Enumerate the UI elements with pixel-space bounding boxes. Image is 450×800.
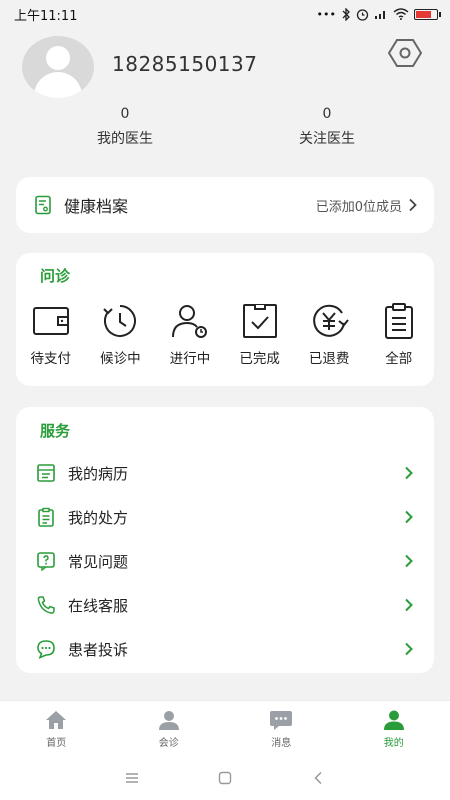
nav-label: 会诊 [158, 737, 179, 749]
stat-label: 关注医生 [299, 131, 355, 147]
health-record-members: 已添加0位成员 [315, 199, 402, 215]
question-icon [37, 552, 55, 571]
consult-label: 全部 [385, 351, 413, 367]
service-item-faq[interactable]: 常见问题 [16, 539, 434, 583]
profile-icon [383, 710, 404, 730]
medical-record-icon [37, 464, 55, 482]
nav-label: 我的 [383, 737, 404, 749]
user-phone: 18285150137 [112, 52, 258, 76]
service-label: 患者投诉 [68, 640, 129, 659]
bluetooth-icon [342, 7, 350, 21]
chevron-right-icon [409, 198, 417, 212]
refund-icon [313, 304, 349, 337]
stat-followed-doctors[interactable]: 0 关注医生 [257, 106, 397, 148]
phone-icon [37, 596, 55, 614]
profile-header: 18285150137 0 我的医生 0 关注医生 [0, 30, 450, 160]
services-card: 服务 我的病历 我的处方 常见问题 在线客服 患者投诉 [16, 407, 434, 673]
home-icon [46, 710, 67, 729]
consult-card: 问诊 待支付 候诊中 进行中 已完成 已退费 全部 [16, 253, 434, 386]
status-bar: 上午11:11 ••• [0, 0, 450, 28]
person-progress-icon [171, 305, 207, 338]
stat-value: 0 [120, 106, 130, 122]
stat-my-doctors[interactable]: 0 我的医生 [55, 106, 195, 148]
consult-item-pending-payment[interactable]: 待支付 [16, 301, 86, 367]
battery-icon [414, 8, 441, 20]
service-item-online-support[interactable]: 在线客服 [16, 583, 434, 627]
alarm-icon [356, 8, 369, 21]
consult-items: 待支付 候诊中 进行中 已完成 已退费 全部 [16, 301, 434, 367]
wallet-icon [32, 307, 69, 335]
chat-icon [37, 640, 55, 659]
health-record-card[interactable]: 健康档案 已添加0位成员 [16, 177, 434, 233]
consult-label: 待支付 [30, 351, 72, 367]
nav-label: 首页 [46, 737, 67, 749]
status-icons: ••• [316, 7, 441, 21]
consult-item-waiting[interactable]: 候诊中 [86, 301, 156, 367]
nav-item-messages[interactable]: 消息 [225, 701, 338, 756]
dots-icon: ••• [316, 7, 336, 21]
signal-icon [375, 11, 385, 19]
consult-item-in-progress[interactable]: 进行中 [155, 301, 225, 367]
nav-item-mine[interactable]: 我的 [338, 701, 450, 756]
menu-icon[interactable] [125, 772, 139, 784]
consult-label: 已完成 [239, 351, 280, 367]
clock-refresh-icon [103, 305, 137, 337]
consult-label: 已退费 [308, 351, 350, 367]
wifi-icon [393, 8, 409, 20]
system-nav-bar [0, 756, 450, 800]
nav-label: 消息 [271, 737, 292, 749]
consult-section-title: 问诊 [40, 267, 71, 285]
consult-item-refunded[interactable]: 已退费 [294, 301, 364, 367]
consult-icon [158, 710, 179, 730]
status-time: 上午11:11 [14, 8, 78, 24]
services-section-title: 服务 [40, 422, 71, 440]
service-item-complaint[interactable]: 患者投诉 [16, 627, 434, 671]
bottom-nav: 首页 会诊 消息 我的 [0, 700, 450, 756]
chevron-right-icon [405, 642, 413, 656]
service-item-medical-record[interactable]: 我的病历 [16, 451, 434, 495]
home-square-icon[interactable] [218, 771, 232, 785]
checkbox-icon [242, 304, 277, 338]
service-item-prescription[interactable]: 我的处方 [16, 495, 434, 539]
message-icon [270, 710, 293, 730]
service-label: 常见问题 [68, 552, 129, 571]
consult-item-all[interactable]: 全部 [364, 301, 434, 367]
stat-value: 0 [322, 106, 332, 122]
chevron-right-icon [405, 510, 413, 524]
consult-label: 候诊中 [100, 351, 141, 367]
prescription-icon [38, 507, 54, 527]
health-record-title: 健康档案 [64, 197, 129, 216]
avatar[interactable] [22, 36, 94, 98]
health-record-icon [35, 195, 51, 215]
service-label: 在线客服 [68, 596, 129, 615]
nav-item-home[interactable]: 首页 [0, 701, 113, 756]
service-label: 我的病历 [68, 464, 129, 483]
nav-item-consultation[interactable]: 会诊 [113, 701, 226, 756]
consult-item-completed[interactable]: 已完成 [225, 301, 295, 367]
service-label: 我的处方 [68, 508, 129, 527]
stat-label: 我的医生 [97, 131, 153, 147]
clipboard-icon [384, 303, 413, 339]
chevron-right-icon [405, 466, 413, 480]
consult-label: 进行中 [169, 351, 211, 367]
back-icon[interactable] [313, 771, 323, 785]
chevron-right-icon [405, 554, 413, 568]
chevron-right-icon [405, 598, 413, 612]
settings-icon[interactable] [388, 38, 422, 68]
